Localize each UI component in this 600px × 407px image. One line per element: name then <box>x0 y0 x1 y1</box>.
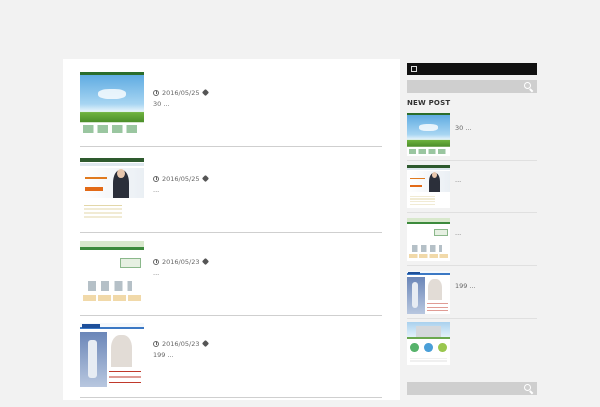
post-date: 2016/05/25 <box>162 175 200 183</box>
rss-icon[interactable] <box>411 66 417 72</box>
search-icon[interactable] <box>524 384 531 391</box>
tag-icon[interactable] <box>202 174 210 183</box>
clock-icon <box>153 259 159 265</box>
search-bar[interactable] <box>407 382 537 395</box>
post-date: 2016/05/25 <box>162 89 200 97</box>
search-icon[interactable] <box>524 82 531 89</box>
new-post-item[interactable]: ... <box>407 165 537 217</box>
post-meta: 2016/05/23 <box>153 257 210 266</box>
post-thumbnail[interactable] <box>80 323 144 387</box>
widget-title: NEW POST <box>407 99 451 107</box>
sidebar-header <box>407 63 537 75</box>
divider <box>407 212 537 213</box>
clock-icon <box>153 341 159 347</box>
post-item: 2016/05/25 30 ... <box>80 72 382 156</box>
new-post-thumbnail[interactable] <box>407 271 450 314</box>
new-post-excerpt[interactable]: ... <box>455 229 461 237</box>
new-post-item[interactable]: ... <box>407 218 537 270</box>
post-meta: 2016/05/25 <box>153 174 210 183</box>
post-excerpt: ... <box>153 269 160 277</box>
divider <box>80 146 382 147</box>
new-post-item[interactable]: 30 ... <box>407 113 537 165</box>
new-post-excerpt[interactable]: 199 ... <box>455 282 476 290</box>
divider <box>80 232 382 233</box>
post-item: 2016/05/23 199 ... <box>80 323 382 407</box>
divider <box>407 160 537 161</box>
divider <box>407 265 537 266</box>
clock-icon <box>153 90 159 96</box>
search-bar[interactable] <box>407 80 537 93</box>
new-post-item[interactable] <box>407 322 537 374</box>
post-excerpt: 199 ... <box>153 351 174 359</box>
new-post-thumbnail[interactable] <box>407 218 450 261</box>
divider <box>407 318 537 319</box>
post-list: 2016/05/25 30 ... 2016/05/25 ... 2016/05… <box>63 59 400 400</box>
post-meta: 2016/05/23 <box>153 339 210 348</box>
new-post-thumbnail[interactable] <box>407 165 450 208</box>
post-excerpt: ... <box>153 186 160 194</box>
tag-icon[interactable] <box>202 88 210 97</box>
post-thumbnail[interactable] <box>80 72 144 136</box>
new-post-item[interactable]: 199 ... <box>407 271 537 323</box>
post-thumbnail[interactable] <box>80 158 144 222</box>
tag-icon[interactable] <box>202 257 210 266</box>
divider <box>80 397 382 398</box>
post-date: 2016/05/23 <box>162 340 200 348</box>
new-post-thumbnail[interactable] <box>407 113 450 156</box>
post-item: 2016/05/25 ... <box>80 158 382 242</box>
clock-icon <box>153 176 159 182</box>
new-post-excerpt[interactable]: ... <box>455 176 461 184</box>
post-excerpt: 30 ... <box>153 100 170 108</box>
post-date: 2016/05/23 <box>162 258 200 266</box>
post-meta: 2016/05/25 <box>153 88 210 97</box>
new-post-excerpt[interactable]: 30 ... <box>455 124 472 132</box>
new-post-thumbnail[interactable] <box>407 322 450 365</box>
post-thumbnail[interactable] <box>80 241 144 305</box>
tag-icon[interactable] <box>202 339 210 348</box>
divider <box>80 315 382 316</box>
post-item: 2016/05/23 ... <box>80 241 382 325</box>
